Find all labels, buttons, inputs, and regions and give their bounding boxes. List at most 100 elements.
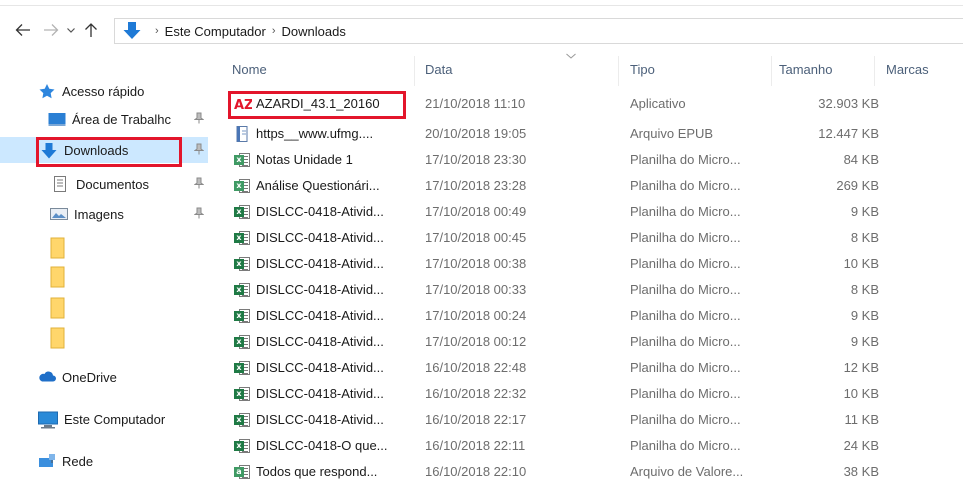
- sidebar-item-area-de-trabalho[interactable]: Área de Trabalhc: [48, 106, 205, 132]
- column-divider[interactable]: [414, 56, 415, 86]
- sidebar-item-folder[interactable]: [50, 322, 200, 349]
- file-size: 9 KB: [850, 334, 879, 349]
- pin-icon[interactable]: [193, 177, 205, 189]
- file-date: 17/10/2018 00:45: [425, 230, 527, 245]
- file-date: 16/10/2018 22:10: [425, 464, 527, 479]
- file-row[interactable]: x DISLCC-0418-Ativid... 16/10/2018 22:48…: [214, 357, 963, 379]
- pin-icon[interactable]: [193, 112, 205, 124]
- up-button[interactable]: [80, 18, 102, 42]
- breadcrumb-separator: ›: [155, 25, 159, 37]
- file-row[interactable]: a Todos que respond... 16/10/2018 22:10 …: [214, 461, 963, 483]
- file-type: Arquivo de Valore...: [630, 464, 744, 479]
- file-type: Planilha do Micro...: [630, 256, 741, 271]
- file-size: 24 KB: [843, 438, 879, 453]
- sidebar-item-rede[interactable]: Rede: [38, 448, 208, 474]
- folder-icon: [50, 266, 68, 288]
- file-type: Planilha do Micro...: [630, 308, 741, 323]
- column-header-size[interactable]: Tamanho: [779, 62, 832, 77]
- file-size: 9 KB: [850, 204, 879, 219]
- file-date: 16/10/2018 22:48: [425, 360, 527, 375]
- file-row[interactable]: AZ AZARDI_43.1_20160 21/10/2018 11:10 Ap…: [214, 93, 963, 115]
- excel-icon: x: [234, 360, 250, 376]
- csv-icon: a: [234, 464, 250, 480]
- file-row[interactable]: x DISLCC-0418-Ativid... 17/10/2018 00:49…: [214, 201, 963, 223]
- column-divider[interactable]: [618, 56, 619, 86]
- breadcrumb-este-computador[interactable]: Este Computador: [165, 24, 266, 39]
- file-row[interactable]: x DISLCC-0418-Ativid... 16/10/2018 22:32…: [214, 383, 963, 405]
- sidebar-item-folder[interactable]: [50, 292, 200, 319]
- network-icon: [38, 453, 56, 469]
- file-name: https__www.ufmg....: [256, 126, 374, 141]
- file-name: DISLCC-0418-O que...: [256, 438, 388, 453]
- file-date: 17/10/2018 00:33: [425, 282, 527, 297]
- desktop-icon: [48, 111, 66, 127]
- file-type: Planilha do Micro...: [630, 282, 741, 297]
- address-field[interactable]: › Este Computador › Downloads: [114, 18, 963, 44]
- sidebar-item-acesso-rapido[interactable]: Acesso rápido: [38, 78, 208, 104]
- breadcrumb-downloads[interactable]: Downloads: [282, 24, 346, 39]
- file-size: 84 KB: [843, 152, 879, 167]
- sidebar-item-label: Imagens: [74, 206, 124, 222]
- excel-icon: x: [234, 334, 250, 350]
- file-row[interactable]: x Notas Unidade 1 17/10/2018 23:30 Plani…: [214, 149, 963, 171]
- file-name: DISLCC-0418-Ativid...: [256, 360, 384, 375]
- folder-icon: [50, 327, 68, 349]
- sidebar-item-label: Área de Trabalhc: [72, 111, 172, 127]
- cloud-icon: [38, 369, 56, 385]
- file-name: DISLCC-0418-Ativid...: [256, 334, 384, 349]
- file-row[interactable]: x DISLCC-0418-Ativid... 16/10/2018 22:17…: [214, 409, 963, 431]
- file-size: 32.903 KB: [818, 96, 879, 111]
- file-date: 17/10/2018 00:49: [425, 204, 527, 219]
- column-divider[interactable]: [874, 56, 875, 86]
- excel-icon: x: [234, 308, 250, 324]
- forward-button[interactable]: [40, 18, 62, 42]
- file-name: Análise Questionári...: [256, 178, 380, 193]
- file-name: DISLCC-0418-Ativid...: [256, 282, 384, 297]
- excel-icon: x: [234, 178, 250, 194]
- window-top-border: [0, 5, 963, 6]
- file-type: Planilha do Micro...: [630, 178, 741, 193]
- column-divider[interactable]: [771, 56, 772, 86]
- column-header-type[interactable]: Tipo: [630, 62, 655, 77]
- pin-icon[interactable]: [193, 143, 205, 155]
- file-row[interactable]: x DISLCC-0418-Ativid... 17/10/2018 00:45…: [214, 227, 963, 249]
- sidebar-item-imagens[interactable]: Imagens: [50, 201, 205, 227]
- column-header-name[interactable]: Nome: [232, 62, 267, 77]
- recent-locations-button[interactable]: [62, 18, 80, 42]
- file-row[interactable]: https__www.ufmg.... 20/10/2018 19:05 Arq…: [214, 123, 963, 145]
- column-header-row: Nome Data Tipo Tamanho Marcas: [214, 53, 963, 86]
- pin-icon[interactable]: [193, 207, 205, 219]
- file-date: 16/10/2018 22:32: [425, 386, 527, 401]
- column-header-tags[interactable]: Marcas: [886, 62, 929, 77]
- sidebar-item-downloads[interactable]: Downloads: [0, 137, 208, 163]
- file-date: 20/10/2018 19:05: [425, 126, 527, 141]
- sidebar-item-este-computador[interactable]: Este Computador: [38, 406, 208, 432]
- sidebar-item-folder[interactable]: [50, 232, 200, 259]
- arrow-right-icon: [44, 24, 59, 36]
- back-button[interactable]: [12, 18, 34, 42]
- file-row[interactable]: x DISLCC-0418-Ativid... 17/10/2018 00:24…: [214, 305, 963, 327]
- file-name: DISLCC-0418-Ativid...: [256, 256, 384, 271]
- chevron-down-icon: [67, 28, 75, 33]
- folder-icon: [50, 237, 68, 259]
- epub-icon: [234, 126, 250, 142]
- sidebar-item-onedrive[interactable]: OneDrive: [38, 364, 208, 390]
- file-size: 12.447 KB: [818, 126, 879, 141]
- sidebar-item-label: OneDrive: [62, 369, 117, 385]
- file-date: 16/10/2018 22:11: [425, 438, 526, 453]
- file-row[interactable]: x DISLCC-0418-Ativid... 17/10/2018 00:12…: [214, 331, 963, 353]
- file-row[interactable]: x DISLCC-0418-Ativid... 17/10/2018 00:38…: [214, 253, 963, 275]
- file-date: 21/10/2018 11:10: [425, 96, 526, 111]
- file-date: 17/10/2018 00:24: [425, 308, 527, 323]
- azardi-app-icon: AZ: [234, 96, 254, 113]
- file-row[interactable]: x DISLCC-0418-Ativid... 17/10/2018 00:33…: [214, 279, 963, 301]
- excel-icon: x: [234, 282, 250, 298]
- image-icon: [50, 206, 68, 222]
- sidebar-item-documentos[interactable]: Documentos: [52, 171, 205, 197]
- file-type: Planilha do Micro...: [630, 204, 741, 219]
- file-size: 11 KB: [844, 412, 879, 427]
- sidebar-item-folder[interactable]: [50, 261, 200, 288]
- file-row[interactable]: x DISLCC-0418-O que... 16/10/2018 22:11 …: [214, 435, 963, 457]
- column-header-date[interactable]: Data: [425, 62, 452, 77]
- file-row[interactable]: x Análise Questionári... 17/10/2018 23:2…: [214, 175, 963, 197]
